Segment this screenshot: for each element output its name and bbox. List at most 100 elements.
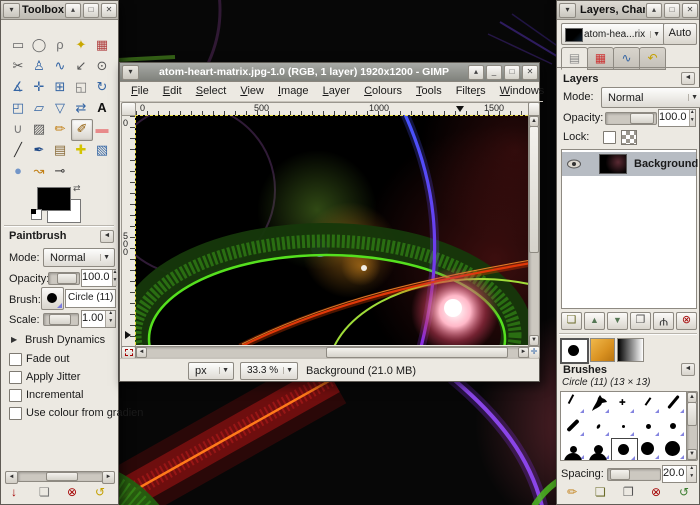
brush-dynamics-expander[interactable]: Brush Dynamics <box>25 334 105 346</box>
brush-name-field[interactable]: Circle (11) <box>65 289 116 308</box>
menu-layer[interactable]: Layer <box>316 83 358 99</box>
active-pattern-button[interactable] <box>590 338 615 362</box>
delete-options-button[interactable]: ⊗ <box>67 485 77 499</box>
lower-layer-button[interactable]: ▼ <box>607 312 628 330</box>
brush-thumbnail[interactable]: ✚ <box>611 392 636 415</box>
brush-thumbnail[interactable] <box>586 415 611 438</box>
tool-rotate[interactable]: ↻ <box>92 77 112 97</box>
tool-airbrush[interactable]: ╱ <box>8 140 28 160</box>
tool-ink[interactable]: ✒ <box>29 140 49 160</box>
anchor-layer-button[interactable]: Ψ <box>653 312 674 330</box>
spacing-spinner[interactable]: 20.0 ▲▼ <box>662 465 697 483</box>
tool-pencil[interactable]: ✏ <box>50 119 70 139</box>
tool-scale[interactable]: ◰ <box>8 98 28 118</box>
swap-colors-icon[interactable]: ⇄ <box>73 183 81 194</box>
toolbox-titlebar[interactable]: ▾ Toolbox ▴ □ ✕ <box>1 1 118 20</box>
tool-bucket-fill[interactable]: ∪ <box>8 119 28 139</box>
tool-blur-sharpen[interactable]: ● <box>8 161 28 181</box>
spinner-arrows-icon[interactable]: ▲▼ <box>112 270 118 286</box>
tool-scissors-select[interactable]: ✂ <box>8 56 28 76</box>
maximize-icon[interactable]: □ <box>83 3 99 18</box>
lock-alpha-icon[interactable] <box>621 130 637 145</box>
layer-opacity-slider[interactable] <box>605 112 657 125</box>
window-menu-icon[interactable]: ▾ <box>559 3 576 18</box>
tool-smudge[interactable]: ↝ <box>29 161 49 181</box>
tool-align[interactable]: ⊞ <box>50 77 70 97</box>
image-selector-dropdown[interactable]: atom-hea...rix.jpg-1 ▼ <box>561 23 665 45</box>
menu-tools[interactable]: Tools <box>409 83 449 99</box>
layer-mode-dropdown[interactable]: Normal▼ <box>601 87 700 108</box>
opacity-spinner[interactable]: 100.0 ▲▼ <box>81 269 116 287</box>
layer-list[interactable]: Background <box>561 149 697 309</box>
menu-colours[interactable]: Colours <box>357 83 409 99</box>
shade-icon[interactable]: ▴ <box>65 3 81 18</box>
brush-grid[interactable]: ✚ <box>560 391 687 461</box>
tool-fuzzy-select[interactable]: ✦ <box>71 35 91 55</box>
unit-dropdown[interactable]: px▼ <box>188 362 234 380</box>
tool-dodge-burn[interactable]: ⊸ <box>50 161 70 181</box>
apply-jitter-checkbox[interactable] <box>9 371 22 384</box>
default-colors-icon[interactable] <box>31 209 42 220</box>
shade-icon[interactable]: ▴ <box>468 65 484 80</box>
raise-layer-button[interactable]: ▲ <box>584 312 605 330</box>
save-options-button[interactable]: ↓ <box>11 485 17 499</box>
tool-blend[interactable]: ▨ <box>29 119 49 139</box>
duplicate-layer-button[interactable]: ❐ <box>630 312 651 330</box>
visibility-eye-icon[interactable] <box>567 159 581 169</box>
tool-text[interactable]: A <box>92 98 112 118</box>
dock-titlebar[interactable]: ▾ Layers, Channels ▴ □ ✕ <box>557 1 699 20</box>
layer-row-background[interactable]: Background <box>562 152 696 176</box>
collapse-brushes-icon[interactable]: ◄ <box>681 363 695 376</box>
delete-layer-button[interactable]: ⊗ <box>676 312 697 330</box>
tool-crop[interactable]: ◱ <box>71 77 91 97</box>
brush-thumbnail[interactable] <box>636 438 661 461</box>
tool-paintbrush[interactable]: ✐ <box>71 119 93 141</box>
edit-brush-button[interactable]: ✏ <box>567 485 577 499</box>
tool-shear[interactable]: ▱ <box>29 98 49 118</box>
mode-dropdown[interactable]: Normal▼ <box>43 248 115 267</box>
menu-windows[interactable]: Windows <box>493 83 552 99</box>
menu-file[interactable]: File <box>124 83 156 99</box>
tool-measure[interactable]: ∡ <box>8 77 28 97</box>
brush-thumbnail[interactable] <box>661 392 686 415</box>
brush-thumbnail-selected[interactable] <box>611 438 638 461</box>
tool-zoom[interactable]: ⊙ <box>92 56 112 76</box>
brush-thumbnail-bird[interactable] <box>586 392 611 415</box>
maximize-icon[interactable]: □ <box>664 3 680 18</box>
opacity-slider[interactable] <box>48 272 80 285</box>
close-icon[interactable]: ✕ <box>522 65 538 80</box>
tool-free-select[interactable]: ρ <box>50 35 70 55</box>
new-brush-button[interactable]: ❏ <box>595 485 606 499</box>
layer-opacity-spinner[interactable]: 100.0 ▲▼ <box>658 109 696 127</box>
active-brush-button[interactable] <box>560 338 589 364</box>
menu-image[interactable]: Image <box>271 83 316 99</box>
collapse-layers-icon[interactable]: ◄ <box>681 72 695 85</box>
brush-thumbnail[interactable] <box>561 392 586 415</box>
scroll-left-icon[interactable]: ◄ <box>136 347 147 358</box>
tool-rectangle-select[interactable]: ▭ <box>8 35 28 55</box>
new-layer-button[interactable]: ❏ <box>561 312 582 330</box>
incremental-checkbox[interactable] <box>9 389 22 402</box>
use-colour-from-gradient-checkbox[interactable] <box>9 407 22 420</box>
tool-clone[interactable]: ▤ <box>50 140 70 160</box>
spinner-arrows-icon[interactable]: ▲▼ <box>105 311 115 327</box>
collapse-options-icon[interactable]: ◄ <box>100 230 114 243</box>
brush-thumbnail[interactable] <box>661 438 686 461</box>
tool-color-picker[interactable]: ↙ <box>71 56 91 76</box>
brush-thumbnail[interactable] <box>636 415 661 438</box>
delete-brush-button[interactable]: ⊗ <box>651 485 661 499</box>
tool-flip[interactable]: ⇄ <box>71 98 91 118</box>
tool-paths[interactable]: ∿ <box>50 56 70 76</box>
minimize-icon[interactable]: _ <box>486 65 502 80</box>
restore-options-button[interactable]: ❏ <box>39 485 50 499</box>
refresh-brushes-button[interactable]: ↺ <box>679 485 689 499</box>
window-menu-icon[interactable]: ▾ <box>122 65 139 80</box>
canvas[interactable] <box>135 115 528 345</box>
scroll-down-icon[interactable]: ▼ <box>687 449 697 460</box>
lock-checkbox[interactable] <box>603 131 616 144</box>
tool-move[interactable]: ✛ <box>29 77 49 97</box>
tool-foreground-select[interactable]: ♙ <box>29 56 49 76</box>
scroll-down-icon[interactable]: ▼ <box>529 335 539 346</box>
tool-select-by-color[interactable]: ▦ <box>92 35 112 55</box>
zoom-dropdown[interactable]: 33.3 %▼ <box>240 362 298 380</box>
